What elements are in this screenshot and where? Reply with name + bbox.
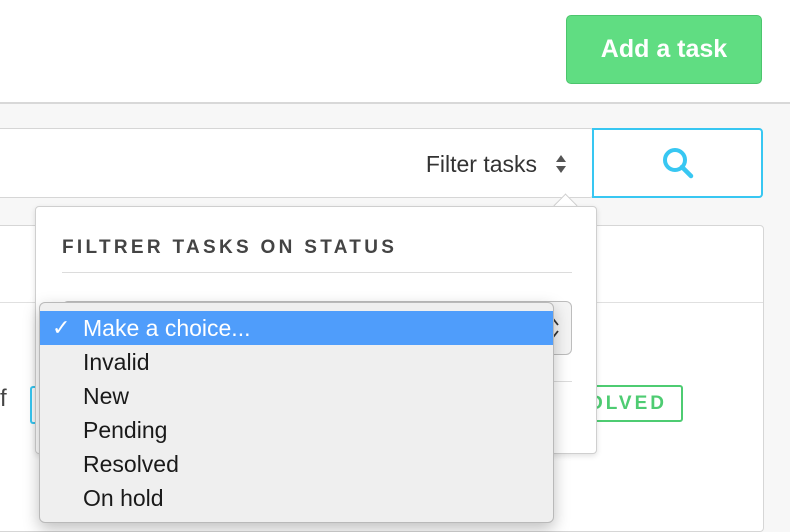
- sort-icon[interactable]: [555, 153, 567, 175]
- top-bar: Add a task: [0, 0, 790, 104]
- task-row-text: f: [0, 385, 7, 412]
- popover-divider-lower: [552, 381, 572, 382]
- add-task-button[interactable]: Add a task: [566, 15, 762, 84]
- option-label: Pending: [83, 417, 168, 443]
- status-options-menu: ✓ Make a choice... Invalid New Pending R…: [39, 302, 554, 523]
- option-invalid[interactable]: Invalid: [40, 345, 553, 379]
- filter-label: Filter tasks: [425, 151, 537, 177]
- option-pending[interactable]: Pending: [40, 413, 553, 447]
- popover-title: FILTRER TASKS ON STATUS: [62, 237, 398, 258]
- option-label: On hold: [83, 485, 164, 511]
- option-label: Resolved: [83, 451, 179, 477]
- popover-divider: [62, 272, 572, 273]
- option-label: Invalid: [83, 349, 150, 375]
- option-label: New: [83, 383, 130, 409]
- option-resolved[interactable]: Resolved: [40, 447, 553, 481]
- option-new[interactable]: New: [40, 379, 553, 413]
- option-on-hold[interactable]: On hold: [40, 481, 553, 515]
- option-label: Make a choice...: [83, 315, 251, 341]
- option-make-a-choice[interactable]: ✓ Make a choice...: [40, 311, 553, 345]
- search-button[interactable]: [592, 128, 763, 198]
- filter-bar[interactable]: Filter tasks: [0, 128, 594, 198]
- checkmark-icon: ✓: [52, 315, 71, 340]
- search-icon: [662, 148, 693, 179]
